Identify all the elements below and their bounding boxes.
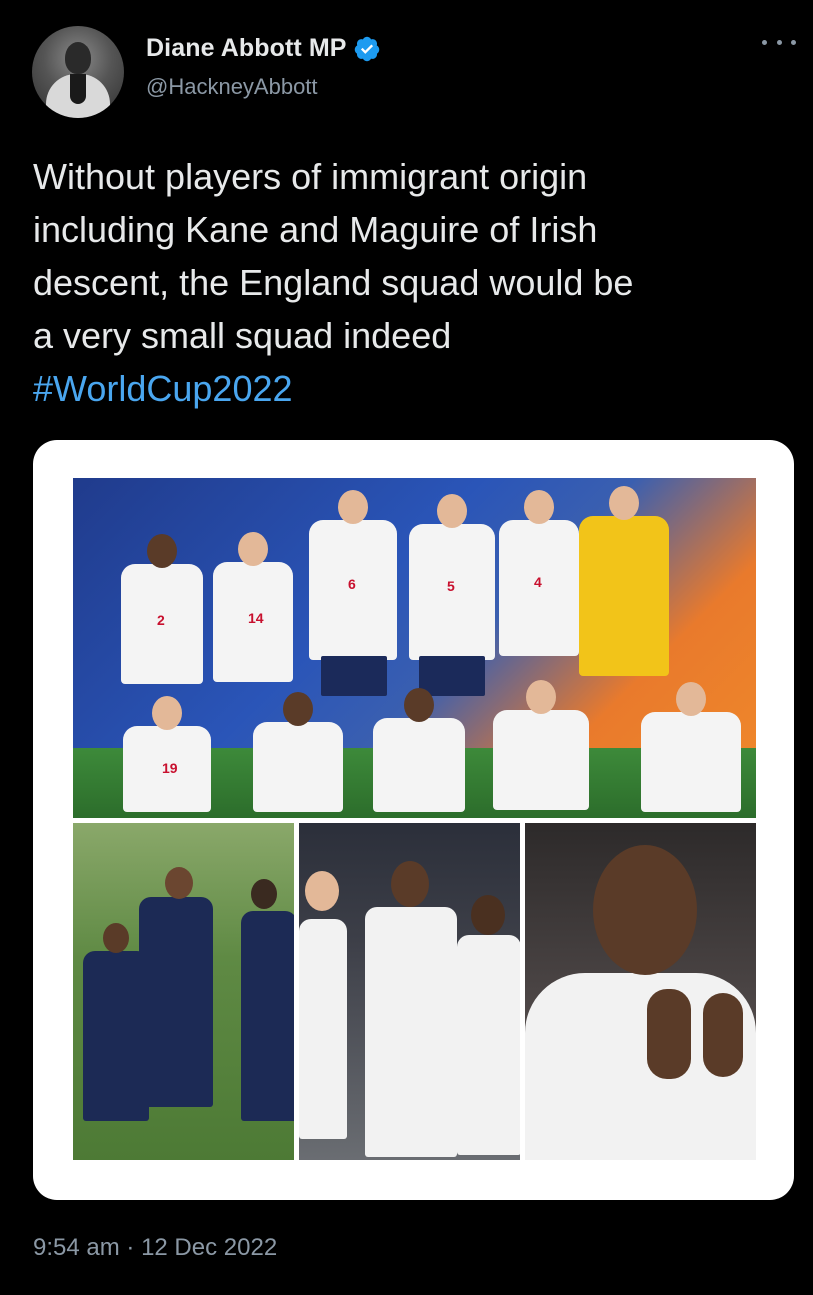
avatar[interactable] [32,26,124,118]
timestamp-separator: · [126,1234,135,1261]
player-figure [641,682,741,812]
player-head [103,923,129,953]
more-options-icon[interactable] [762,32,796,52]
photo-players-kit [299,823,520,1160]
player-shorts [321,656,387,696]
team-photo: 2 14 6 5 4 19 [73,478,756,818]
player-figure: 14 [213,532,293,682]
tweet-media-image[interactable]: 2 14 6 5 4 19 [33,440,794,1200]
avatar-figure-head [65,42,91,74]
player-figure [241,911,294,1121]
tweet-date: 12 Dec 2022 [141,1234,278,1261]
player-figure [365,907,457,1157]
player-figure [253,692,343,812]
player-figure-goalkeeper [579,486,669,676]
player-figure [493,680,589,810]
player-head [251,879,277,909]
player-figure [139,897,213,1107]
player-figure [457,935,520,1155]
tweet-text: Without players of immigrant origin incl… [33,156,634,356]
verified-badge-icon [354,36,379,61]
author-name-row[interactable]: Diane Abbott MP [146,34,381,63]
player-figure: 19 [123,696,211,812]
author-handle[interactable]: @HackneyAbbott [146,74,318,100]
player-head [471,895,505,935]
player-figure: 5 [409,494,495,660]
hashtag-link[interactable]: #WorldCup2022 [33,362,293,415]
player-head [593,845,697,975]
player-head [305,871,339,911]
player-head [391,861,429,907]
display-name[interactable]: Diane Abbott MP [146,34,347,63]
tweet-timestamp[interactable]: 9:54 am · 12 Dec 2022 [33,1234,277,1262]
player-figure [373,688,465,812]
player-figure: 4 [499,490,579,656]
player-figure: 6 [309,490,397,660]
more-dot [776,39,782,45]
more-dot [762,39,767,45]
player-hand [647,989,691,1079]
photo-closeup [525,823,756,1160]
avatar-figure-scarf [70,74,86,104]
more-dot [791,39,796,45]
photo-tracksuits [73,823,294,1160]
player-figure: 2 [121,534,203,684]
player-hand [703,993,743,1077]
player-head [165,867,193,899]
tweet-time: 9:54 am [33,1234,120,1261]
player-shorts [419,656,485,696]
player-figure [299,919,347,1139]
